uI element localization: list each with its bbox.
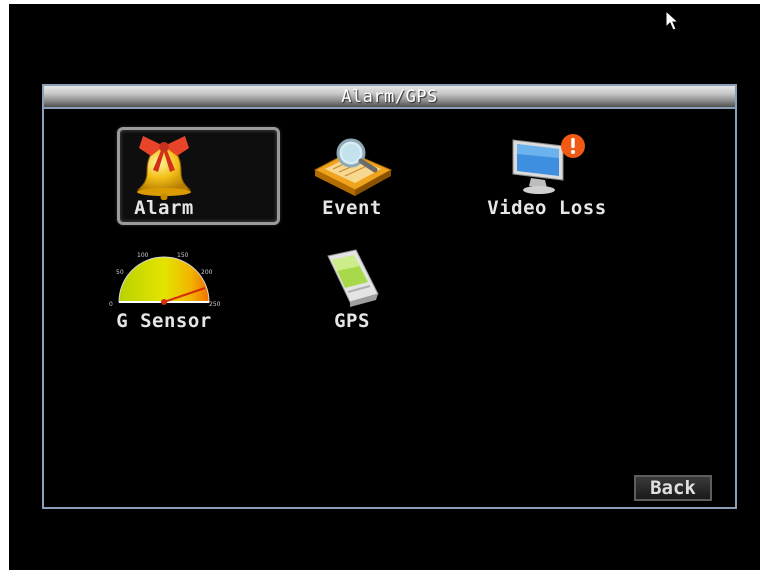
alarm-gps-window: Alarm/GPS Alarm Event Video Loss 0 50 10… (42, 84, 737, 509)
menu-item-g-sensor[interactable]: 0 50 100 150 200 250 G Sensor (84, 232, 244, 337)
menu-item-gps[interactable]: GPS (272, 232, 432, 337)
gps-device-icon (327, 249, 379, 307)
window-title: Alarm/GPS (341, 87, 438, 107)
gauge-mark: 50 (116, 269, 124, 276)
menu-item-alarm[interactable]: Alarm (84, 118, 280, 225)
dvr-screen: Alarm/GPS Alarm Event Video Loss 0 50 10… (9, 4, 760, 570)
menu-item-label: Alarm (134, 197, 194, 219)
menu-item-label: GPS (334, 310, 370, 332)
bell-icon (136, 136, 192, 200)
menu-item-label: Event (322, 197, 382, 219)
gauge-mark: 250 (209, 301, 221, 308)
gauge-mark: 0 (109, 301, 113, 308)
menu-item-video-loss[interactable]: Video Loss (467, 118, 627, 223)
gauge-mark: 100 (137, 252, 149, 259)
menu-item-label: G Sensor (116, 310, 212, 332)
gauge-mark: 150 (177, 252, 189, 259)
window-titlebar: Alarm/GPS (44, 86, 735, 109)
back-button[interactable]: Back (634, 475, 712, 501)
menu-item-event[interactable]: Event (272, 118, 432, 223)
gauge-icon: 0 50 100 150 200 250 (109, 252, 221, 308)
monitor-alert-icon (512, 134, 585, 194)
event-search-icon (313, 138, 393, 196)
menu-item-label: Video Loss (487, 197, 607, 219)
mouse-pointer-icon (665, 10, 680, 31)
gauge-mark: 200 (201, 269, 213, 276)
